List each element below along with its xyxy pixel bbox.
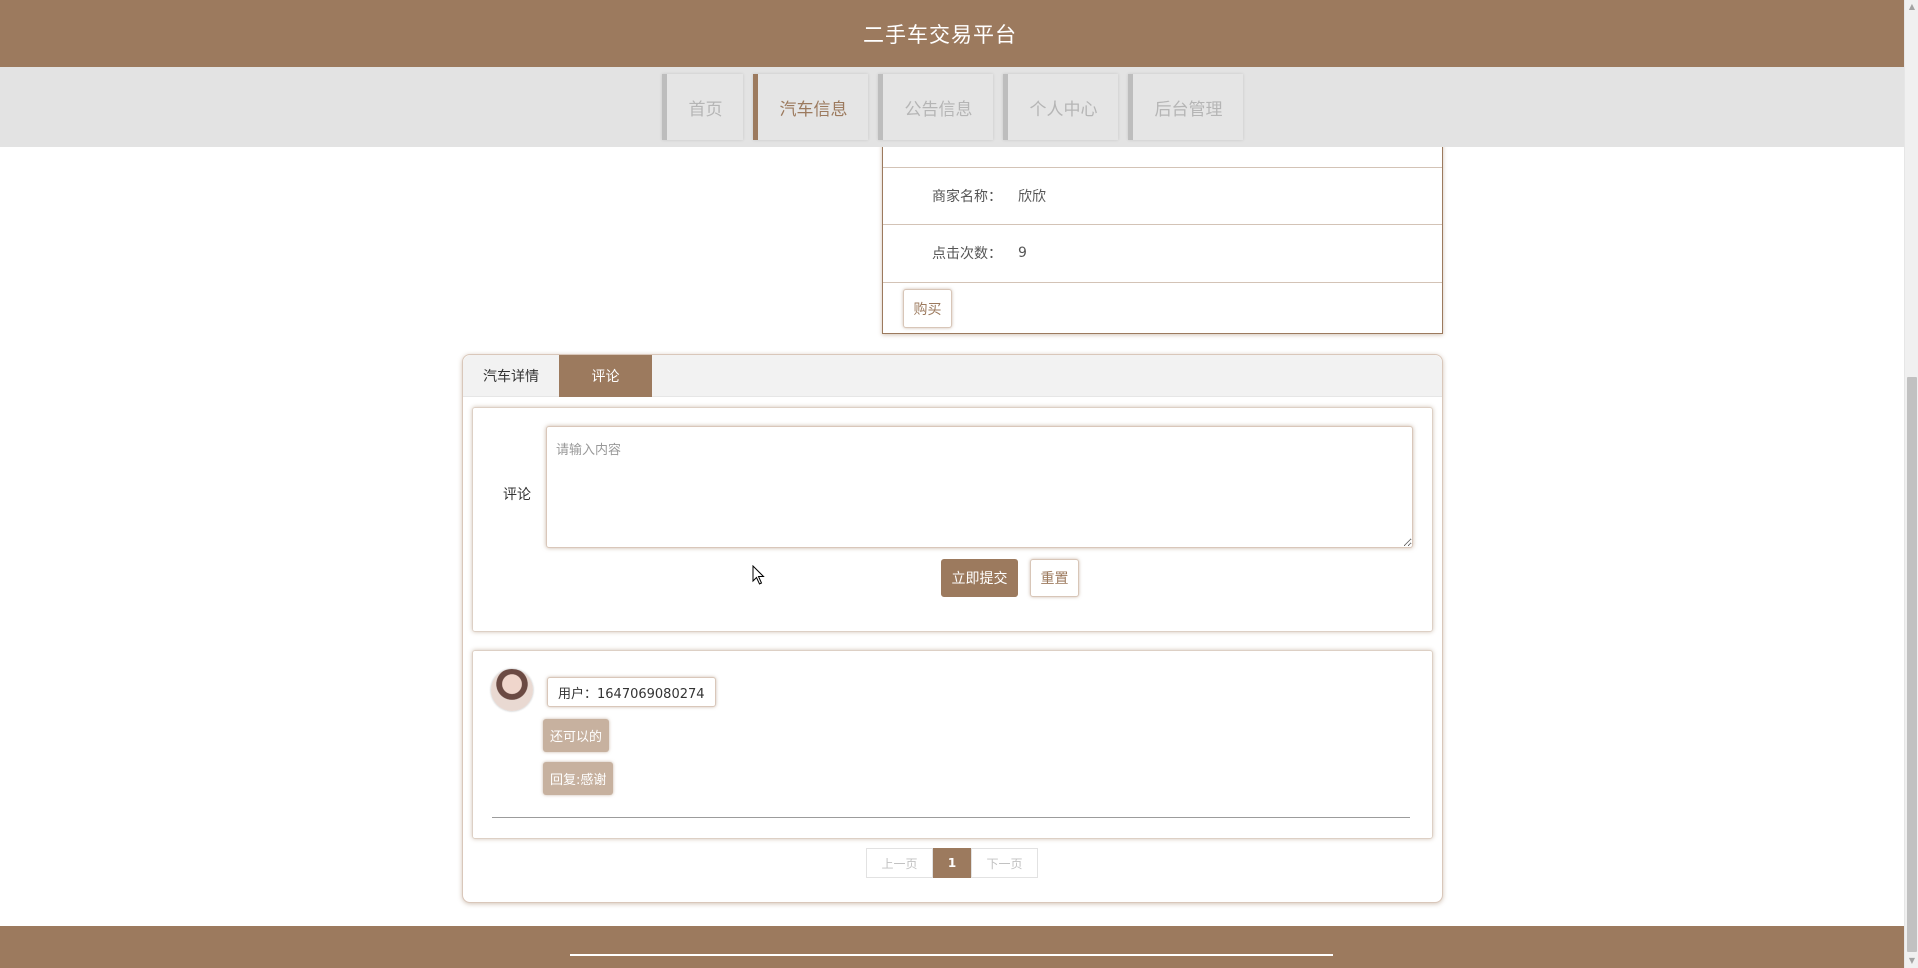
scroll-down-arrow-icon[interactable]: ▼ (1905, 954, 1918, 968)
tab-bar: 汽车详情 评论 (463, 355, 1442, 397)
buy-button[interactable]: 购买 (903, 289, 952, 328)
buy-row: 购买 (883, 282, 1442, 334)
submit-button[interactable]: 立即提交 (941, 559, 1018, 597)
info-label: 点击次数： (932, 246, 1002, 262)
nav-item-label: 汽车信息 (779, 99, 848, 120)
pagination: 上一页 1 下一页 (866, 848, 1038, 878)
info-row-merchant: 商家名称： 欣欣 (883, 167, 1442, 224)
main-nav: 首页 汽车信息 公告信息 个人中心 后台管理 (0, 67, 1904, 147)
nav-item-announcements[interactable]: 公告信息 (877, 74, 993, 140)
prev-page-button[interactable]: 上一页 (866, 848, 933, 878)
page: 二手车交易平台 首页 汽车信息 公告信息 个人中心 后台管理 商家名称： 欣欣 … (0, 0, 1918, 968)
comment-user: 用户：1647069080274 (547, 677, 716, 707)
info-value: 欣欣 (1018, 189, 1046, 205)
site-header: 二手车交易平台 (0, 0, 1904, 67)
next-page-button[interactable]: 下一页 (971, 848, 1038, 878)
comment-content: 还可以的 (543, 719, 610, 752)
scroll-up-arrow-icon[interactable]: ▲ (1905, 0, 1918, 14)
detail-tabs-card: 汽车详情 评论 评论 立即提交 重置 用户：1647069080274 还可以的… (462, 354, 1443, 903)
nav-item-label: 公告信息 (904, 99, 973, 120)
footer-divider (570, 954, 1333, 956)
nav-item-home[interactable]: 首页 (661, 74, 743, 140)
car-info-table: 商家名称： 欣欣 点击次数： 9 购买 (882, 120, 1443, 334)
tab-car-details[interactable]: 汽车详情 (463, 355, 559, 397)
scrollbar-thumb[interactable] (1907, 377, 1917, 952)
divider (492, 817, 1410, 818)
nav-item-label: 首页 (688, 99, 723, 120)
page-scrollbar[interactable]: ▲ ▼ (1904, 0, 1918, 968)
site-title: 二手车交易平台 (863, 22, 1017, 47)
comment-label: 评论 (503, 487, 531, 503)
nav-item-admin[interactable]: 后台管理 (1127, 74, 1243, 140)
nav-item-label: 个人中心 (1029, 99, 1098, 120)
nav-item-personal-center[interactable]: 个人中心 (1002, 74, 1118, 140)
comment-list: 用户：1647069080274 还可以的 回复:感谢 (472, 650, 1433, 839)
info-row-clicks: 点击次数： 9 (883, 224, 1442, 281)
info-label: 商家名称： (932, 189, 1002, 205)
tab-comments[interactable]: 评论 (559, 355, 652, 397)
reset-button[interactable]: 重置 (1030, 559, 1079, 597)
info-value: 9 (1018, 245, 1027, 261)
comment-reply: 回复:感谢 (543, 762, 614, 795)
comment-textarea[interactable] (546, 426, 1413, 548)
site-footer (0, 926, 1904, 968)
nav-item-car-info[interactable]: 汽车信息 (752, 74, 868, 140)
mouse-cursor-icon (752, 565, 765, 585)
nav-item-label: 后台管理 (1154, 99, 1223, 120)
avatar (491, 669, 533, 711)
comment-form: 评论 立即提交 重置 (472, 407, 1433, 632)
current-page[interactable]: 1 (933, 848, 971, 878)
